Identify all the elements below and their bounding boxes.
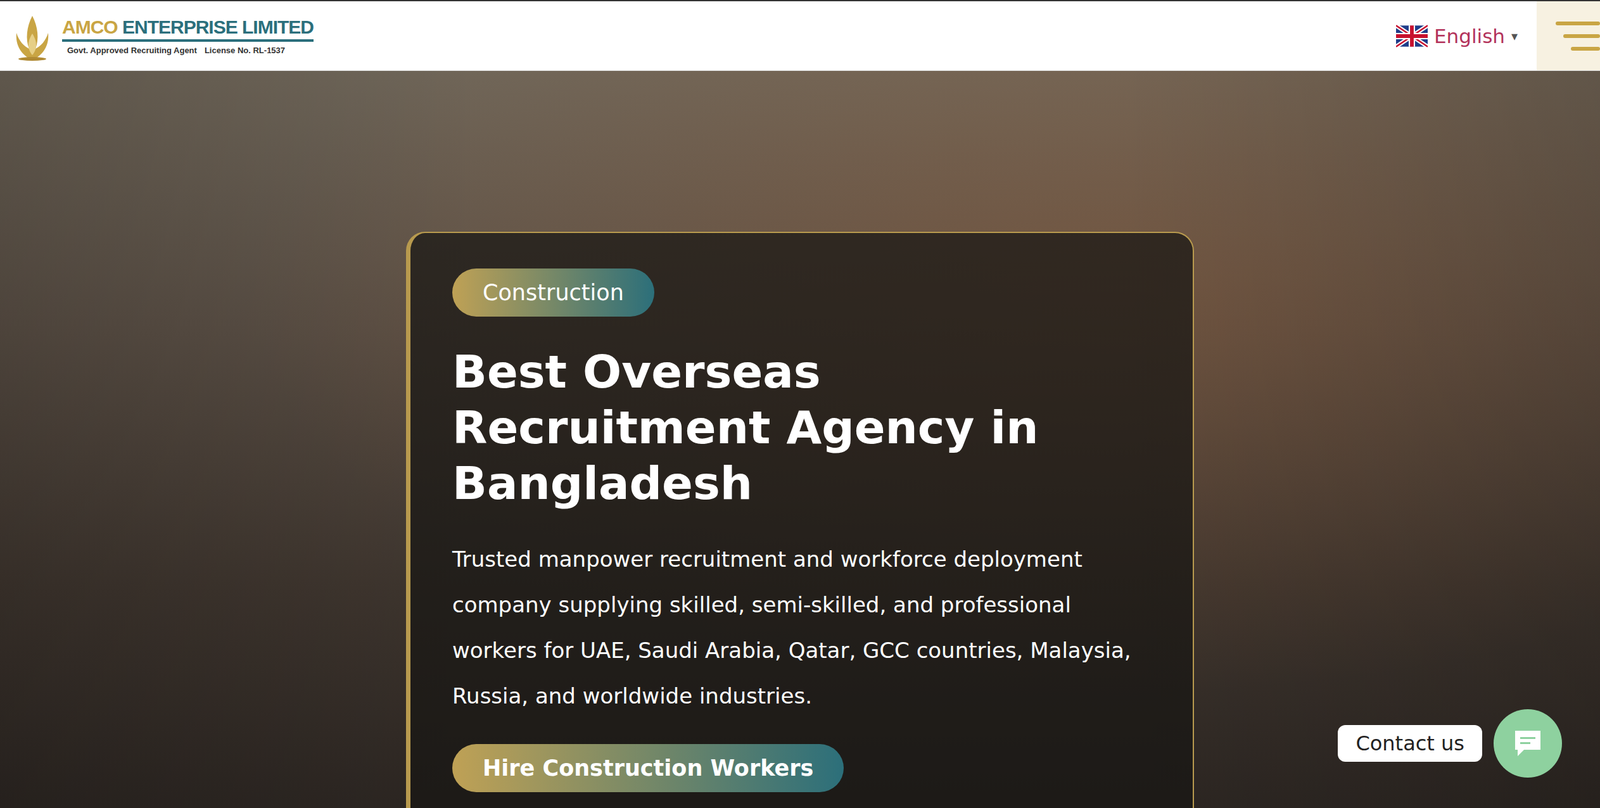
category-badge[interactable]: Construction — [452, 268, 655, 317]
contact-label[interactable]: Contact us — [1337, 725, 1483, 762]
contact-widget[interactable]: Contact us — [1337, 709, 1562, 778]
menu-line — [1555, 21, 1600, 26]
license-text: License No. RL-1537 — [204, 45, 286, 56]
hero-section: Construction Best Overseas Recruitment Ag… — [0, 70, 1600, 808]
contact-button[interactable] — [1493, 709, 1562, 778]
hero-title: Best Overseas Recruitment Agency in Bang… — [452, 344, 1149, 512]
brand-name-b: ENTERPRISE LIMITED — [122, 16, 314, 38]
chat-icon — [1511, 727, 1545, 761]
brand-name-a: AMCO — [62, 16, 118, 38]
logo[interactable]: AMCO ENTERPRISE LIMITED Govt. Approved Re… — [0, 1, 314, 71]
header-right: English ▾ — [1377, 1, 1600, 71]
brand-name: AMCO ENTERPRISE LIMITED — [62, 16, 314, 39]
hamburger-menu-icon[interactable] — [1536, 1, 1600, 71]
language-label: English — [1434, 24, 1505, 48]
hire-button[interactable]: Hire Construction Workers — [452, 744, 844, 793]
tagline-text: Govt. Approved Recruiting Agent — [67, 45, 197, 56]
hero-description: Trusted manpower recruitment and workfor… — [452, 536, 1149, 719]
hero-card: Construction Best Overseas Recruitment Ag… — [406, 231, 1194, 808]
uk-flag-icon — [1396, 24, 1428, 48]
brand-rule — [62, 39, 314, 42]
language-caret: ▾ — [1511, 28, 1518, 44]
logo-text: AMCO ENTERPRISE LIMITED Govt. Approved Re… — [62, 16, 314, 56]
menu-line — [1570, 46, 1600, 51]
flame-logo-icon — [10, 10, 55, 62]
language-selector[interactable]: English ▾ — [1377, 1, 1537, 71]
site-header: AMCO ENTERPRISE LIMITED Govt. Approved Re… — [0, 0, 1600, 71]
menu-line — [1563, 34, 1600, 39]
tagline: Govt. Approved Recruiting Agent License N… — [62, 45, 314, 56]
